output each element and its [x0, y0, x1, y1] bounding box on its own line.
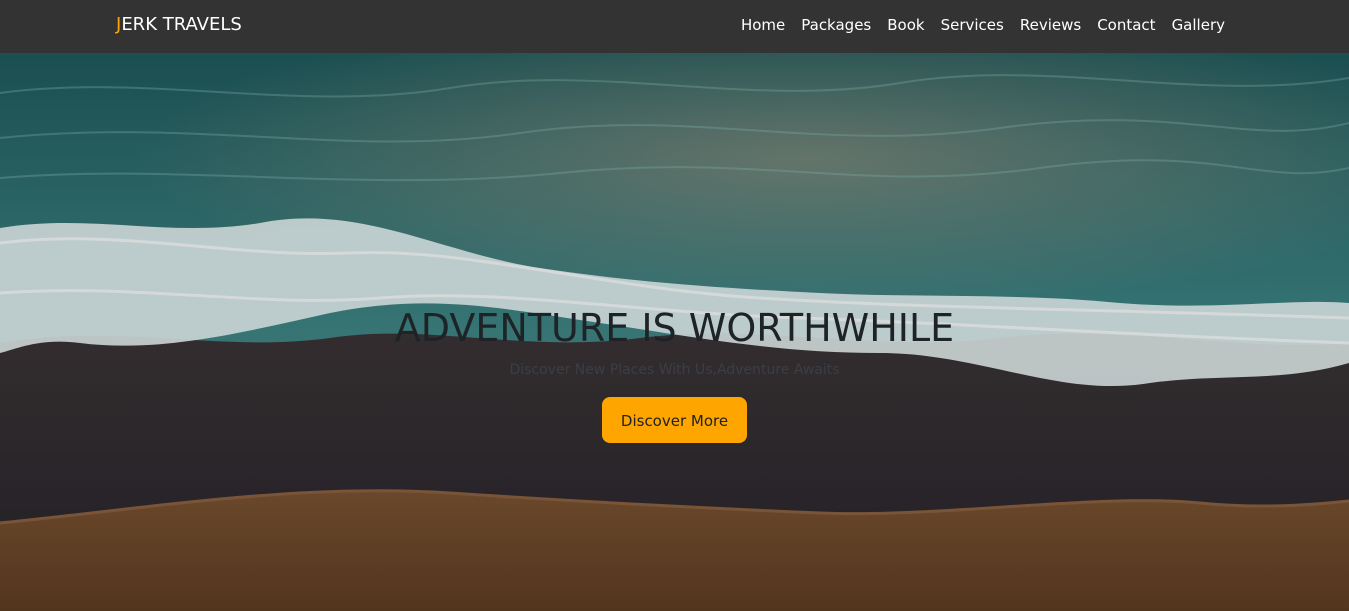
brand-name-rest: ERK TRAVELS: [121, 14, 242, 35]
page: JERK TRAVELS Home Packages Book Services…: [0, 0, 1349, 611]
nav-item-reviews[interactable]: Reviews: [1020, 16, 1081, 34]
hero-section: ADVENTURE IS WORTHWHILE Discover New Pla…: [0, 53, 1349, 611]
navbar: JERK TRAVELS Home Packages Book Services…: [0, 0, 1349, 53]
nav-item-services[interactable]: Services: [941, 16, 1004, 34]
discover-more-button[interactable]: Discover More: [602, 397, 747, 443]
brand-logo[interactable]: JERK TRAVELS: [116, 14, 242, 35]
hero-subtitle: Discover New Places With Us,Adventure Aw…: [509, 362, 840, 378]
nav-menu: Home Packages Book Services Reviews Cont…: [741, 15, 1225, 34]
nav-item-packages[interactable]: Packages: [801, 16, 871, 34]
nav-item-contact[interactable]: Contact: [1097, 16, 1155, 34]
hero-title: ADVENTURE IS WORTHWHILE: [394, 306, 955, 350]
nav-item-book[interactable]: Book: [887, 16, 924, 34]
hero-content: ADVENTURE IS WORTHWHILE Discover New Pla…: [0, 305, 1349, 443]
nav-item-home[interactable]: Home: [741, 16, 785, 34]
nav-item-gallery[interactable]: Gallery: [1172, 16, 1225, 34]
